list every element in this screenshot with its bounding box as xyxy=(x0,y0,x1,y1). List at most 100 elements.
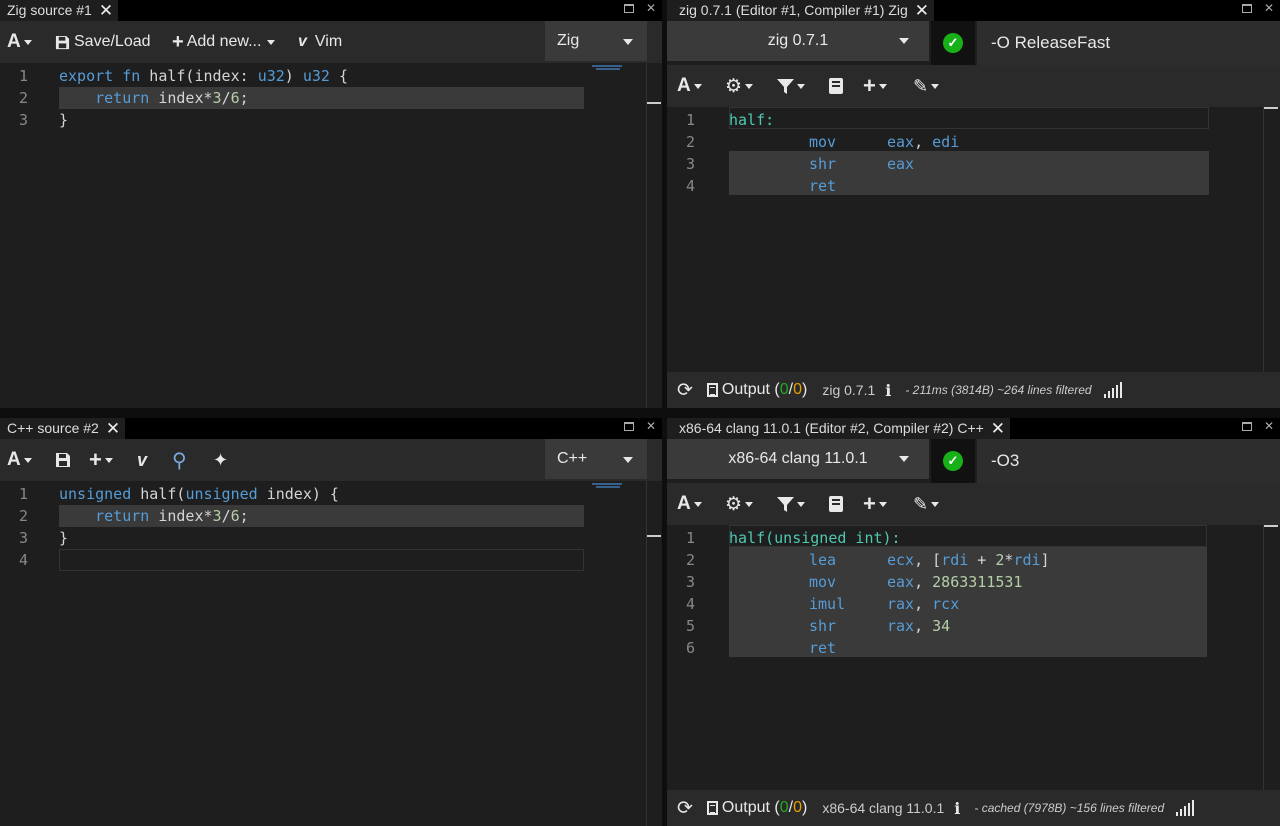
maximize-icon[interactable] xyxy=(623,421,634,431)
minimap-preview xyxy=(596,68,620,70)
chevron-down-icon xyxy=(745,501,754,507)
add-tool-button[interactable]: + xyxy=(863,483,887,525)
output-label: Output xyxy=(721,799,770,816)
save-load-button[interactable] xyxy=(55,439,71,481)
line-number: 3 xyxy=(685,155,695,173)
add-new-button[interactable]: + xyxy=(89,439,113,481)
compiler-select[interactable]: x86-64 clang 11.0.1 xyxy=(667,439,929,479)
close-icon[interactable]: ✕ xyxy=(1264,419,1274,433)
line-number: 2 xyxy=(685,133,695,151)
code-token: } xyxy=(59,529,69,547)
line-number: 1 xyxy=(18,67,28,85)
close-icon[interactable]: ✕ xyxy=(646,1,656,15)
cpp-code-editor[interactable]: 1 unsigned half(unsigned index) {2 return… xyxy=(0,481,662,826)
font-size-button[interactable]: A xyxy=(7,439,32,481)
gear-icon: ⚙ xyxy=(725,75,743,97)
filter-button[interactable] xyxy=(777,483,805,525)
compiler-name: zig 0.7.1 xyxy=(822,382,876,398)
pin-button[interactable]: ✦ xyxy=(213,439,228,481)
minimap-preview xyxy=(592,483,622,485)
tools-button[interactable]: ✎ xyxy=(913,65,940,107)
vim-label: Vim xyxy=(314,33,343,50)
filter-button[interactable] xyxy=(777,65,805,107)
add-tool-button[interactable]: + xyxy=(863,65,887,107)
output-button[interactable]: Output (0/0) xyxy=(706,381,807,399)
compiler-options-input[interactable]: -O ReleaseFast xyxy=(977,21,1280,65)
output-button[interactable]: Output (0/0) xyxy=(706,799,807,817)
close-icon[interactable]: ✕ xyxy=(99,0,113,21)
brush-icon: ✎ xyxy=(913,493,929,514)
plus-icon: + xyxy=(172,30,184,53)
maximize-icon[interactable] xyxy=(1241,421,1252,431)
compiler-select[interactable]: zig 0.7.1 xyxy=(667,21,929,61)
asm-mnemonic: shr xyxy=(809,155,837,173)
current-line xyxy=(729,107,1209,129)
save-load-button[interactable]: Save/Load xyxy=(55,21,151,63)
font-size-button[interactable]: A xyxy=(7,21,32,63)
cpp-source-pane: C++ source #2 ✕ ✕ A + v ⚲ ✦ C++ 1 unsigne… xyxy=(0,418,662,826)
info-icon[interactable]: i xyxy=(954,799,960,818)
code-text: } xyxy=(59,109,68,131)
libraries-button[interactable] xyxy=(829,65,843,107)
close-icon[interactable]: ✕ xyxy=(915,0,929,21)
close-icon[interactable]: ✕ xyxy=(106,418,120,439)
refresh-icon[interactable]: ⟳ xyxy=(677,379,693,402)
tab-zig-source[interactable]: Zig source #1 ✕ xyxy=(0,0,119,21)
filter-icon xyxy=(777,78,794,94)
signal-icon[interactable] xyxy=(1176,800,1195,816)
settings-button[interactable]: ⚙ xyxy=(725,483,754,525)
zig-compiler-tabbar: zig 0.7.1 (Editor #1, Compiler #1) Zig ✕… xyxy=(667,0,1280,21)
compile-stats: - 211ms (3814B) ~264 lines filtered xyxy=(905,383,1092,397)
refresh-icon[interactable]: ⟳ xyxy=(677,797,693,820)
code-token: unsigned xyxy=(185,485,258,503)
assembly-output[interactable]: 1 half(unsigned int): 2 lea ecx, [rdi + 2*rd… xyxy=(667,525,1280,790)
vim-button[interactable]: v xyxy=(137,439,147,481)
maximize-icon[interactable] xyxy=(623,3,634,13)
assembly-output[interactable]: 1 half: 2 mov eax, edi 3 shr eax 4 ret xyxy=(667,107,1280,372)
asm-label: half(unsigned int): xyxy=(729,529,901,547)
signal-icon[interactable] xyxy=(1103,382,1122,398)
settings-button[interactable]: ⚙ xyxy=(725,65,754,107)
code-text: return index*3/6; xyxy=(59,505,249,527)
code-token: export xyxy=(59,67,114,85)
minimap-slider[interactable] xyxy=(1264,525,1278,527)
compiler-options-input[interactable]: -O3 xyxy=(977,439,1280,483)
line-number: 3 xyxy=(18,111,28,129)
pane-controls: ✕ xyxy=(623,419,656,433)
tab-zig-compiler[interactable]: zig 0.7.1 (Editor #1, Compiler #1) Zig ✕ xyxy=(667,0,935,21)
line-number: 4 xyxy=(18,551,28,569)
add-new-button[interactable]: + Add new... xyxy=(172,21,276,63)
zig-code-editor[interactable]: 1 export fn half(index: u32) u32 {2 retur… xyxy=(0,63,662,408)
language-select[interactable]: Zig xyxy=(545,21,647,61)
cpp-source-tabbar: C++ source #2 ✕ ✕ xyxy=(0,418,662,439)
libraries-button[interactable] xyxy=(829,483,843,525)
code-token: fn xyxy=(122,67,141,85)
pane-controls: ✕ xyxy=(623,1,656,15)
minimap-slider[interactable] xyxy=(647,102,661,104)
info-icon[interactable]: i xyxy=(885,381,891,400)
asm-operands: eax, 2863311531 xyxy=(887,571,1022,593)
zoom-button[interactable]: ⚲ xyxy=(172,439,187,481)
vim-button[interactable]: v Vim xyxy=(298,21,342,63)
code-token: 3 xyxy=(212,507,222,525)
code-token: ) xyxy=(284,67,303,85)
language-select[interactable]: C++ xyxy=(545,439,647,479)
code-token: ; xyxy=(239,507,249,525)
zig-source-tabbar: Zig source #1 ✕ ✕ xyxy=(0,0,662,21)
font-size-button[interactable]: A xyxy=(677,483,702,525)
stderr-count: 0 xyxy=(793,381,802,398)
tab-cpp-source[interactable]: C++ source #2 ✕ xyxy=(0,418,126,439)
close-icon[interactable]: ✕ xyxy=(646,419,656,433)
asm-token: , xyxy=(914,617,933,635)
tab-cpp-compiler[interactable]: x86-64 clang 11.0.1 (Editor #2, Compiler… xyxy=(667,418,1011,439)
close-icon[interactable]: ✕ xyxy=(991,418,1005,439)
asm-token: , xyxy=(914,573,933,591)
font-size-button[interactable]: A xyxy=(677,65,702,107)
maximize-icon[interactable] xyxy=(1241,3,1252,13)
minimap-slider[interactable] xyxy=(1264,107,1278,109)
minimap-slider[interactable] xyxy=(647,535,661,537)
close-icon[interactable]: ✕ xyxy=(1264,1,1274,15)
tools-button[interactable]: ✎ xyxy=(913,483,940,525)
minimap-preview xyxy=(596,486,620,488)
asm-operands: rax, 34 xyxy=(887,615,950,637)
